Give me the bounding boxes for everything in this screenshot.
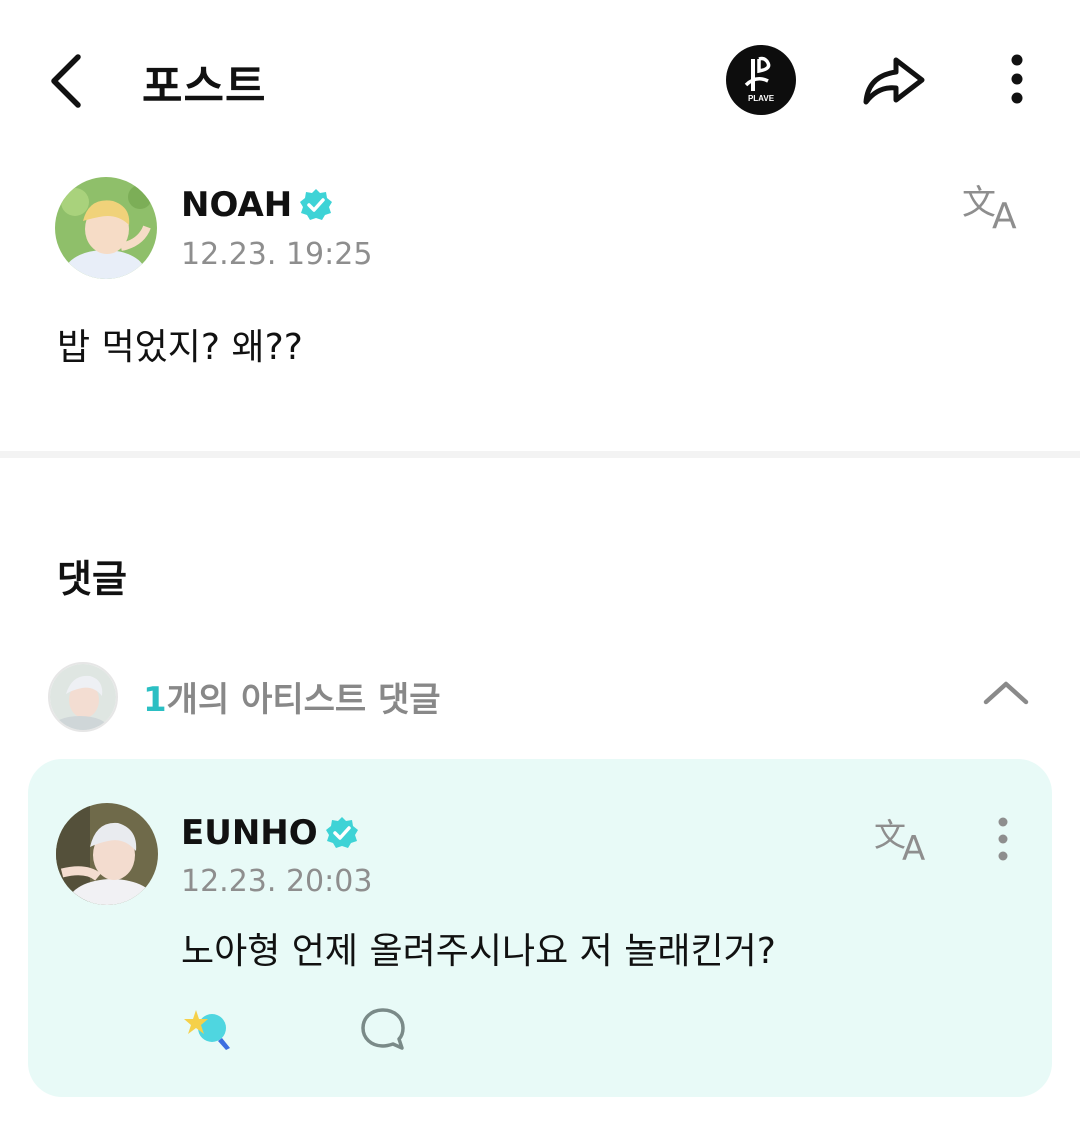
share-arrow-icon xyxy=(863,57,925,105)
section-divider xyxy=(0,451,1080,458)
translate-icon: 文 A xyxy=(874,816,925,869)
avatar-image xyxy=(56,803,158,905)
collapse-button[interactable] xyxy=(980,672,1032,712)
avatar-image xyxy=(55,177,157,279)
channel-logo-button[interactable]: PLAVE xyxy=(726,45,796,115)
chevron-left-icon xyxy=(51,54,81,108)
svg-text:PLAVE: PLAVE xyxy=(748,94,775,103)
post-author-row: NOAH xyxy=(181,185,334,225)
more-vertical-icon xyxy=(998,817,1008,861)
artist-comments-label: 개의 아티스트 댓글 xyxy=(166,680,441,720)
artist-comments-count: 1개의 아티스트 댓글 xyxy=(143,672,441,721)
verified-badge-icon xyxy=(325,817,358,848)
artist-mini-avatar xyxy=(48,662,118,732)
post-body-text: 밥 먹었지? 왜?? xyxy=(57,327,303,368)
reply-button[interactable] xyxy=(358,1004,408,1054)
page-title: 포스트 xyxy=(142,61,267,112)
translate-comment-button[interactable]: 文 A xyxy=(872,812,936,869)
post-author-name: NOAH xyxy=(181,185,293,225)
comment-author-row: EUNHO xyxy=(181,813,360,853)
share-button[interactable] xyxy=(858,48,930,112)
more-options-button[interactable] xyxy=(995,48,1039,112)
star-bubble-reaction-icon xyxy=(184,1010,230,1050)
translate-post-button[interactable]: 文 A xyxy=(960,178,1026,237)
artist-comments-number: 1 xyxy=(143,680,167,720)
comment-body-text: 노아형 언제 올려주시나요 저 놀래킨거? xyxy=(181,931,776,972)
more-vertical-icon xyxy=(1011,54,1023,104)
speech-bubble-icon xyxy=(361,1008,405,1050)
chevron-up-icon xyxy=(983,681,1029,705)
svg-text:文: 文 xyxy=(962,183,996,223)
svg-text:A: A xyxy=(992,196,1017,232)
back-button[interactable] xyxy=(40,45,100,115)
comment-more-button[interactable] xyxy=(990,812,1016,866)
verified-badge-icon xyxy=(300,189,333,220)
noah-avatar[interactable] xyxy=(55,177,157,279)
svg-text:A: A xyxy=(902,829,925,864)
translate-icon: 文 A xyxy=(962,183,1017,237)
avatar-image xyxy=(50,664,116,730)
comments-heading: 댓글 xyxy=(57,557,127,601)
eunho-avatar[interactable] xyxy=(56,803,158,905)
post-timestamp: 12.23. 19:25 xyxy=(181,237,373,272)
reaction-button[interactable] xyxy=(180,1004,236,1054)
comment-timestamp: 12.23. 20:03 xyxy=(181,864,373,899)
plave-logo-icon: PLAVE xyxy=(744,56,775,103)
comment-author-name: EUNHO xyxy=(181,813,318,853)
